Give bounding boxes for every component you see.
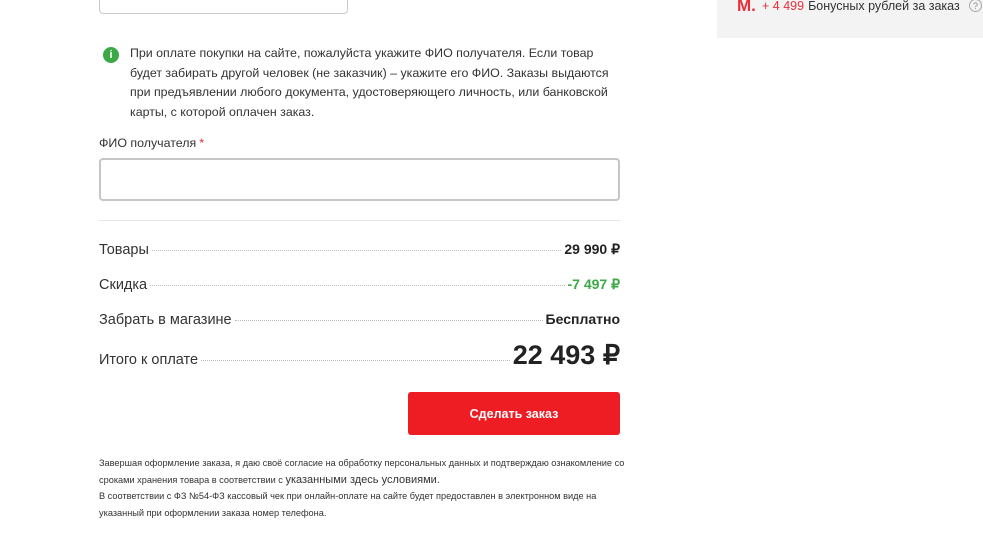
pickup-row: Забрать в магазине Бесплатно <box>99 311 620 328</box>
info-icon: i <box>103 47 119 63</box>
divider <box>99 220 620 221</box>
leader-dots <box>201 360 510 361</box>
bonus-info: + 4 499 Бонусных рублей за заказ <box>762 0 960 13</box>
pickup-value: Бесплатно <box>545 311 620 327</box>
receipt-text: В соответствии с ФЗ №54-ФЗ кассовый чек … <box>99 491 597 518</box>
leader-dots <box>151 250 562 251</box>
bonus-text: Бонусных рублей за заказ <box>808 0 960 13</box>
leader-dots <box>150 285 565 286</box>
order-sidebar: M. + 4 499 Бонусных рублей за заказ ? <box>717 0 983 38</box>
goods-value: 29 990 ₽ <box>564 241 620 257</box>
total-row: Итого к оплате 22 493 ₽ <box>99 340 620 371</box>
goods-label: Товары <box>99 242 149 258</box>
goods-row: Товары 29 990 ₽ <box>99 241 620 258</box>
recipient-name-label: ФИО получателя * <box>99 136 205 150</box>
pickup-label: Забрать в магазине <box>99 312 232 328</box>
discount-row: Скидка -7 497 ₽ <box>99 276 620 293</box>
info-text: При оплате покупки на сайте, пожалуйста … <box>130 46 609 119</box>
discount-value: -7 497 ₽ <box>567 276 621 292</box>
required-mark: * <box>199 136 205 150</box>
m-logo-icon: M. <box>737 0 756 15</box>
discount-label: Скидка <box>99 277 148 293</box>
storage-terms-link[interactable]: указанными здесь условиями. <box>285 474 439 486</box>
help-icon[interactable]: ? <box>969 0 982 12</box>
bonus-amount: + 4 499 <box>762 0 805 13</box>
leader-dots <box>234 320 543 321</box>
total-value: 22 493 ₽ <box>512 340 620 370</box>
legal-notice: Завершая оформление заказа, я даю своё с… <box>99 455 639 521</box>
total-label: Итого к оплате <box>99 352 199 368</box>
recipient-name-input[interactable] <box>99 158 620 201</box>
previous-input-field[interactable] <box>99 0 348 14</box>
place-order-button[interactable]: Сделать заказ <box>408 392 620 435</box>
